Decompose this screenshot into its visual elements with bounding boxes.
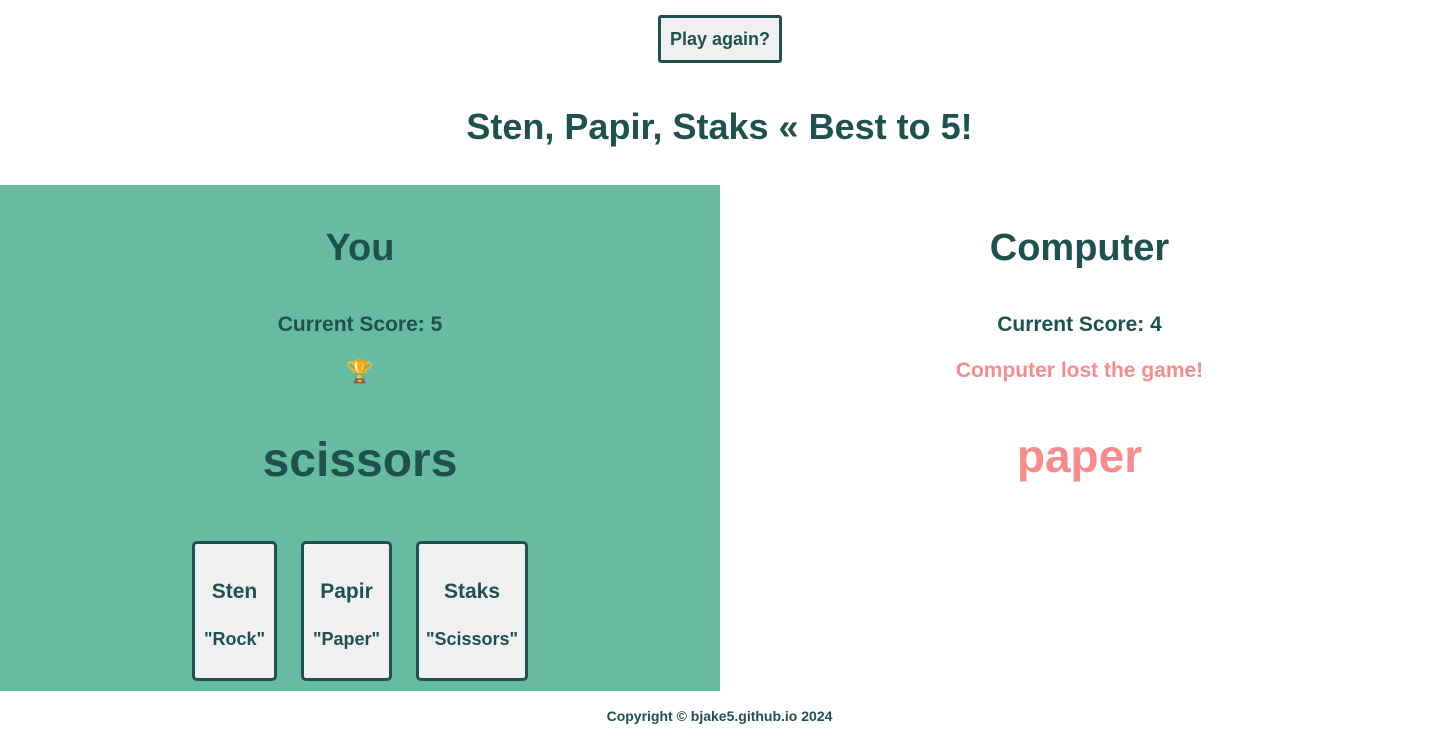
player-heading: You xyxy=(325,227,395,269)
choice-card-name: Staks xyxy=(443,580,501,603)
footer-copyright: Copyright © bjake5.github.io 2024 xyxy=(606,708,833,724)
computer-heading: Computer xyxy=(989,227,1170,269)
play-again-button[interactable]: Play again? xyxy=(658,15,782,63)
top-bar: Play again? xyxy=(0,0,1439,80)
player-score: Current Score: 5 xyxy=(277,313,443,336)
player-panel: You Current Score: 5 🏆 scissors Sten "Ro… xyxy=(0,185,720,691)
player-status: 🏆 xyxy=(0,359,720,385)
player-choice: scissors xyxy=(262,434,458,487)
choice-card-translation: "Rock" xyxy=(203,629,266,649)
trophy-icon: 🏆 xyxy=(346,359,374,384)
computer-choice: paper xyxy=(1016,430,1143,482)
choice-card-staks[interactable]: Staks "Scissors" xyxy=(416,541,528,681)
computer-panel: Computer Current Score: 4 Computer lost … xyxy=(720,185,1439,691)
page-title: Sten, Papir, Staks « Best to 5! xyxy=(466,106,973,147)
choice-card-translation: "Scissors" xyxy=(425,629,519,649)
choice-card-name: Papir xyxy=(320,580,373,603)
choice-card-name: Sten xyxy=(211,580,258,603)
computer-score: Current Score: 4 xyxy=(997,313,1162,336)
choice-card-sten[interactable]: Sten "Rock" xyxy=(192,541,277,681)
choice-card-translation: "Paper" xyxy=(312,629,381,649)
computer-status-message: Computer lost the game! xyxy=(955,359,1204,382)
choice-card-papir[interactable]: Papir "Paper" xyxy=(301,541,392,681)
